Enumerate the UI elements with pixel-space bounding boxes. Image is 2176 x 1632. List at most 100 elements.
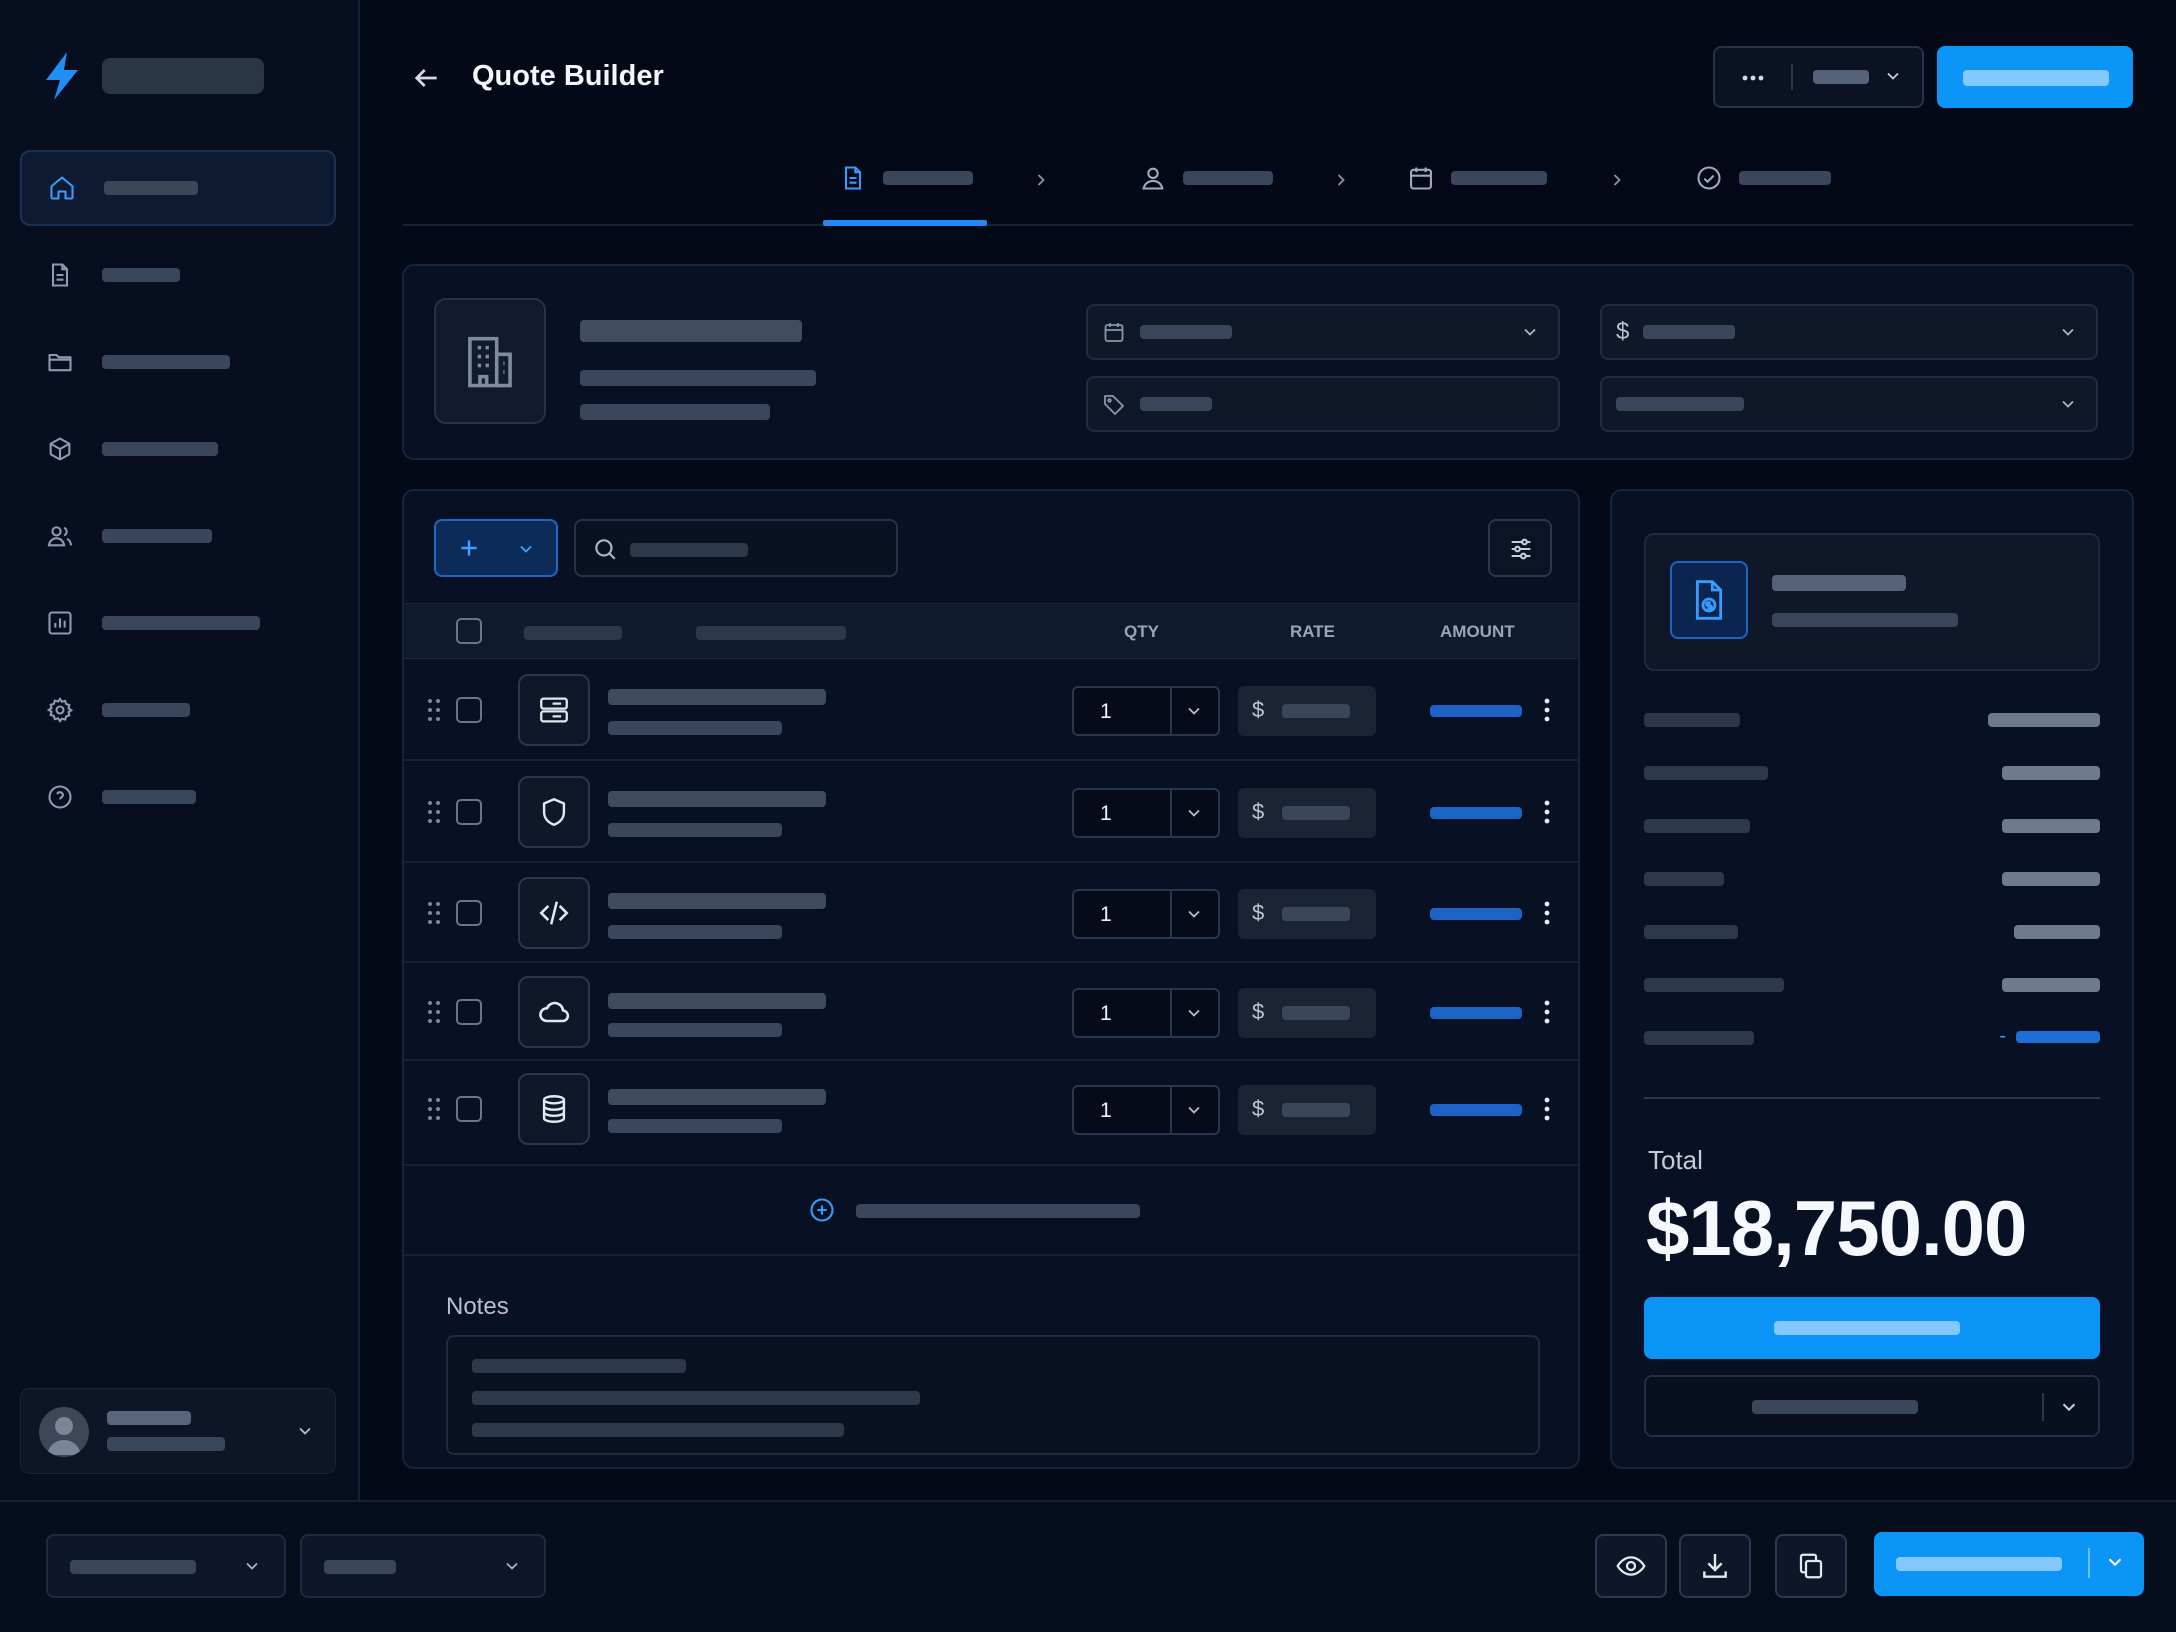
more-vertical-icon[interactable] <box>1543 1096 1551 1122</box>
summary-divider <box>1644 1097 2100 1099</box>
column-amount[interactable]: AMOUNT <box>1440 622 1515 642</box>
quantity-select[interactable]: 1 <box>1072 686 1220 736</box>
calendar-icon <box>1407 164 1435 192</box>
row-checkbox[interactable] <box>456 1096 482 1122</box>
drag-handle-icon[interactable] <box>426 799 442 825</box>
plus-icon <box>456 535 482 561</box>
add-line-item-button[interactable] <box>404 1166 1578 1256</box>
rate-field[interactable]: $ <box>1238 889 1376 939</box>
sidebar-item-reports[interactable] <box>20 585 336 661</box>
chevron-down-icon <box>1520 322 1540 342</box>
eye-icon <box>1615 1550 1647 1582</box>
sidebar-item-help[interactable] <box>20 759 336 835</box>
more-horizontal-icon[interactable] <box>1739 66 1767 90</box>
quantity-select[interactable]: 1 <box>1072 1085 1220 1135</box>
terms-select[interactable] <box>1600 376 2098 432</box>
quote-summary-card: - Total $18,750.00 <box>1610 489 2134 1469</box>
chevron-right-icon <box>1331 170 1351 190</box>
notes-textarea[interactable] <box>446 1335 1540 1455</box>
table-row: 1 $ <box>404 863 1578 963</box>
quantity-select[interactable]: 1 <box>1072 988 1220 1038</box>
drag-handle-icon[interactable] <box>426 900 442 926</box>
sidebar-item-contacts[interactable] <box>20 498 336 574</box>
footer-primary-split-button[interactable] <box>1874 1532 2144 1596</box>
summary-header <box>1644 533 2100 671</box>
step-details[interactable] <box>839 164 973 192</box>
more-vertical-icon[interactable] <box>1543 697 1551 723</box>
row-checkbox[interactable] <box>456 697 482 723</box>
summary-line <box>1644 978 2100 992</box>
step-schedule[interactable] <box>1407 164 1547 192</box>
client-details-card: $ <box>402 264 2134 460</box>
header-primary-button[interactable] <box>1937 46 2133 108</box>
gear-icon <box>46 696 74 724</box>
rate-field[interactable]: $ <box>1238 788 1376 838</box>
amount-value <box>1430 1007 1522 1019</box>
more-vertical-icon[interactable] <box>1543 900 1551 926</box>
sidebar-item-settings[interactable] <box>20 672 336 748</box>
chevron-down-icon[interactable] <box>2104 1551 2126 1573</box>
home-icon <box>48 174 76 202</box>
select-all-checkbox[interactable] <box>456 618 482 644</box>
more-vertical-icon[interactable] <box>1543 999 1551 1025</box>
server-icon <box>518 674 590 746</box>
database-icon <box>518 1073 590 1145</box>
column-qty[interactable]: QTY <box>1124 622 1159 642</box>
footer-select-secondary[interactable] <box>300 1534 546 1598</box>
summary-line <box>1644 925 2100 939</box>
row-checkbox[interactable] <box>456 799 482 825</box>
row-checkbox[interactable] <box>456 999 482 1025</box>
rate-field[interactable]: $ <box>1238 686 1376 736</box>
quantity-select[interactable]: 1 <box>1072 889 1220 939</box>
sidebar-item-documents[interactable] <box>20 237 336 313</box>
row-checkbox[interactable] <box>456 900 482 926</box>
download-button[interactable] <box>1679 1534 1751 1598</box>
users-icon <box>46 522 74 550</box>
footer-action-bar <box>0 1500 2176 1632</box>
reference-tag-field[interactable] <box>1086 376 1560 432</box>
search-input[interactable] <box>574 519 898 577</box>
step-customer[interactable] <box>1139 164 1273 192</box>
more-vertical-icon[interactable] <box>1543 799 1551 825</box>
chevron-down-icon <box>1184 1100 1204 1120</box>
sidebar-item-products[interactable] <box>20 411 336 487</box>
copy-icon <box>1796 1551 1826 1581</box>
preview-button[interactable] <box>1595 1534 1667 1598</box>
step-review[interactable] <box>1695 164 1831 192</box>
column-rate[interactable]: RATE <box>1290 622 1335 642</box>
line-items-toolbar <box>404 491 1578 603</box>
summary-discount-line: - <box>1644 1025 2100 1047</box>
quote-date-select[interactable] <box>1086 304 1560 360</box>
rate-field[interactable]: $ <box>1238 988 1376 1038</box>
amount-value <box>1430 807 1522 819</box>
user-profile-menu[interactable] <box>20 1388 336 1474</box>
sliders-icon <box>1507 535 1535 563</box>
drag-handle-icon[interactable] <box>426 999 442 1025</box>
currency-select[interactable]: $ <box>1600 304 2098 360</box>
user-icon <box>1139 164 1167 192</box>
sidebar-item-home[interactable] <box>20 150 336 226</box>
chevron-down-icon[interactable] <box>1883 66 1903 86</box>
chevron-down-icon[interactable] <box>2058 1396 2080 1418</box>
chevron-down-icon <box>1184 701 1204 721</box>
chart-icon <box>46 609 74 637</box>
duplicate-button[interactable] <box>1775 1534 1847 1598</box>
summary-primary-button[interactable] <box>1644 1297 2100 1359</box>
download-icon <box>1699 1550 1731 1582</box>
table-header: QTY RATE AMOUNT <box>404 603 1578 659</box>
footer-select-primary[interactable] <box>46 1534 286 1598</box>
rate-field[interactable]: $ <box>1238 1085 1376 1135</box>
drag-handle-icon[interactable] <box>426 1096 442 1122</box>
folder-icon <box>46 348 74 376</box>
chevron-down-icon <box>1184 1003 1204 1023</box>
filter-button[interactable] <box>1488 519 1552 577</box>
drag-handle-icon[interactable] <box>426 697 442 723</box>
quantity-select[interactable]: 1 <box>1072 788 1220 838</box>
add-item-button[interactable] <box>434 519 558 577</box>
status-select[interactable] <box>1813 70 1869 84</box>
back-arrow-icon[interactable] <box>410 62 442 94</box>
sidebar-item-folders[interactable] <box>20 324 336 400</box>
code-icon <box>518 877 590 949</box>
more-actions-group <box>1713 46 1924 108</box>
summary-secondary-split-button[interactable] <box>1644 1375 2100 1437</box>
